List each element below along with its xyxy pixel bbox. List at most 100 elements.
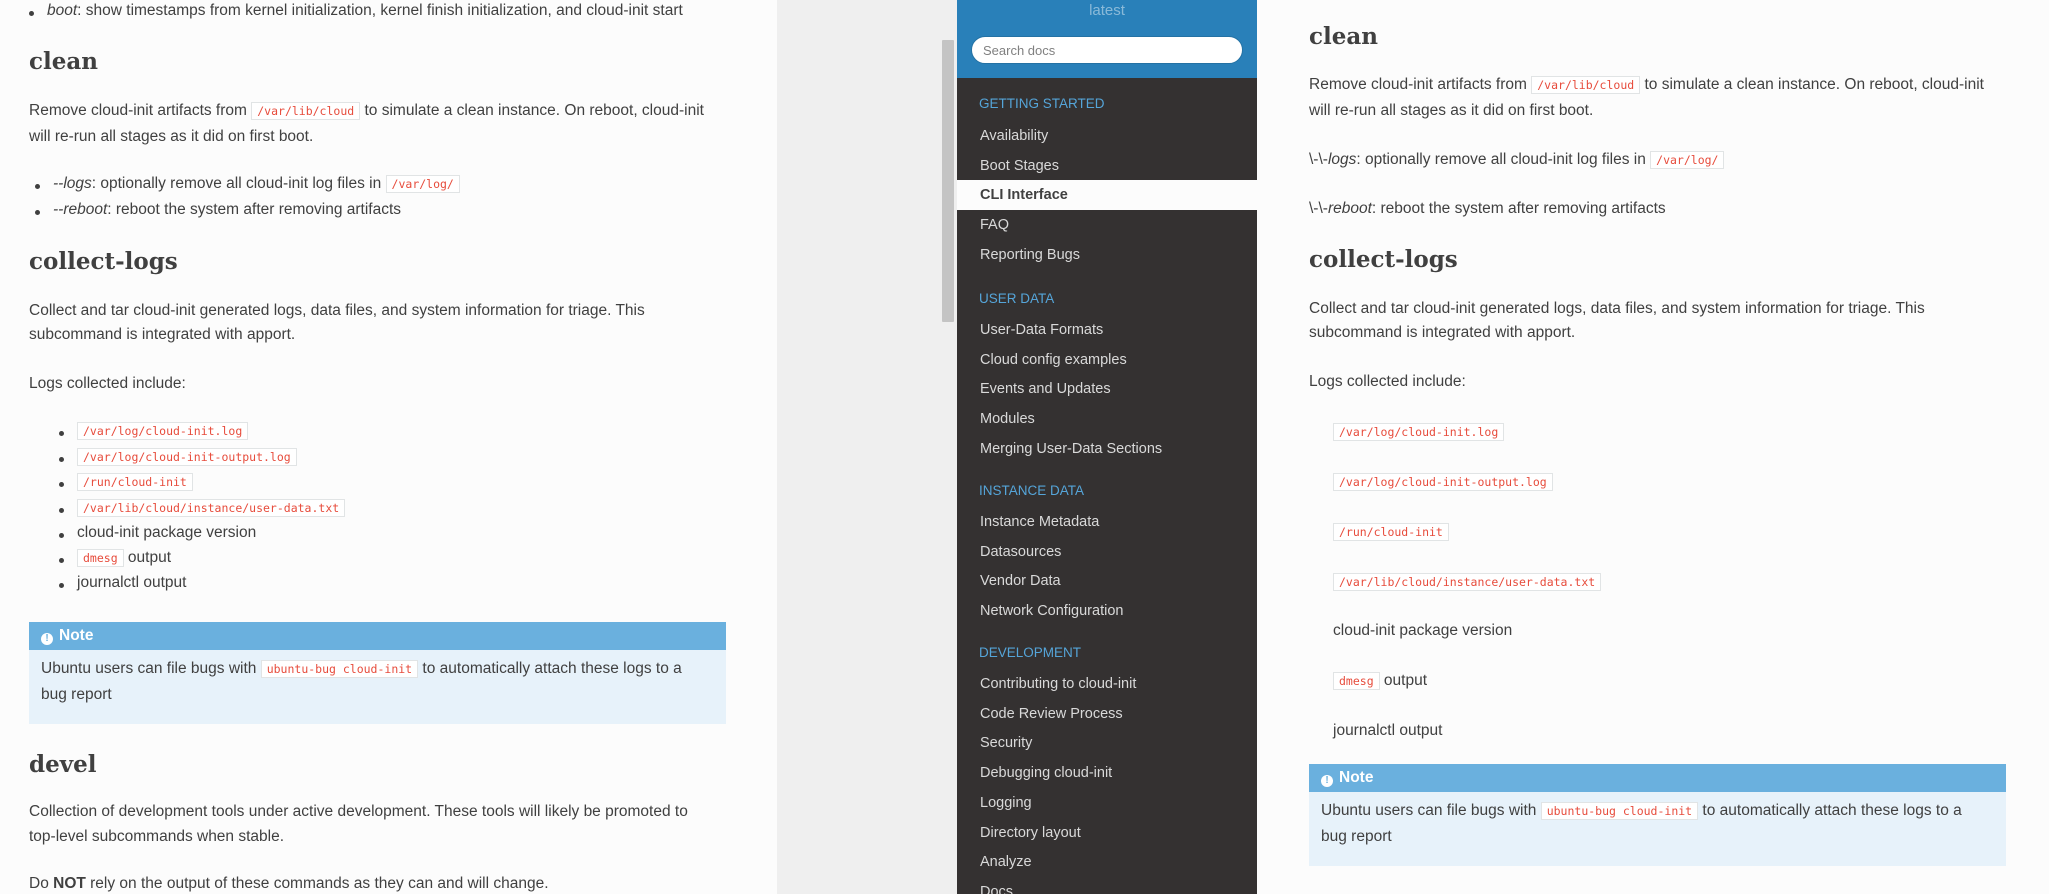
window-gap [777,0,957,894]
reboot-option-paragraph: \-\-reboot: reboot the system after remo… [1309,196,1666,222]
sidebar-item-faq[interactable]: FAQ [957,210,1257,240]
text: output [1379,672,1428,689]
sidebar-item-docs[interactable]: Docs [957,877,1257,894]
devel-paragraph-warning: Do NOT rely on the output of these comma… [29,871,549,894]
list-item: /var/lib/cloud/instance/user-data.txt [1333,569,1602,596]
sidebar-item-cloud-config-examples[interactable]: Cloud config examples [957,345,1257,375]
text: rely on the output of these commands as … [85,875,549,892]
sidebar-item-debugging-cloud-init[interactable]: Debugging cloud-init [957,758,1257,788]
sidebar-item-cli-interface[interactable]: CLI Interface [957,180,1257,210]
list-item: dmesg output [1333,668,1427,695]
inline-code: /var/lib/cloud/instance/user-data.txt [1333,573,1602,591]
inline-code: /var/log/cloud-init-output.log [1333,473,1553,491]
option-term: logs [1327,151,1357,168]
sidebar-item-availability[interactable]: Availability [957,121,1257,151]
logs-collected-label: Logs collected include: [1309,373,1466,390]
text: : optionally remove all cloud-init log f… [91,175,386,192]
note-admonition: ! Note Ubuntu users can file bugs with ub… [1309,764,2006,866]
option-term: reboot [1327,200,1372,217]
sidebar-item-modules[interactable]: Modules [957,404,1257,434]
bullet-term: boot [47,2,78,19]
list-item: journalctl output [1333,718,1442,744]
list-item: boot: show timestamps from kernel initia… [29,2,683,20]
text: Do [29,875,54,892]
info-circle-icon: ! [1321,775,1333,787]
left-content-pane: boot: show timestamps from kernel initia… [0,0,777,894]
sidebar-item-merging-user-data-sections[interactable]: Merging User-Data Sections [957,434,1257,464]
note-title: Note [1339,769,1374,786]
sidebar-item-instance-metadata[interactable]: Instance Metadata [957,507,1257,537]
text: \-\- [1309,200,1328,217]
inline-code: /var/lib/cloud [1531,76,1641,94]
info-circle-icon: ! [41,633,53,645]
collect-paragraph-line1: Collect and tar cloud-init generated log… [1309,300,1925,317]
list-item: /var/log/cloud-init.log [1333,419,1505,446]
inline-code: /var/lib/cloud [251,102,361,120]
text: to automatically attach these logs to a [1698,802,1962,819]
section-heading-clean: clean [29,48,98,75]
section-heading-collect-logs: collect-logs [29,248,178,275]
list-item: /var/log/cloud-init-output.log [1333,469,1553,496]
text: Ubuntu users can file bugs with [1321,802,1541,819]
text: Remove cloud-init artifacts from [29,102,252,119]
collect-paragraph-line2: subcommand is integrated with apport. [1309,324,1576,341]
inline-code: /var/log/ [385,175,460,193]
sidebar-item-analyze[interactable]: Analyze [957,847,1257,877]
scrollbar-thumb[interactable] [942,40,954,322]
list-item: /run/cloud-init [1333,519,1449,546]
right-content-pane: clean Remove cloud-init artifacts from /… [1257,0,2049,894]
note-title: Note [59,627,94,644]
sidebar-caption: GETTING STARTED [979,96,1105,111]
option-term: --logs [53,175,92,192]
text: \-\- [1309,151,1328,168]
list-item: --logs: optionally remove all cloud-init… [35,175,460,193]
list-item: journalctl output [58,574,187,592]
sidebar-caption: DEVELOPMENT [979,645,1082,660]
sidebar-item-contributing-to-cloud-init[interactable]: Contributing to cloud-init [957,669,1257,699]
text: cloud-init package version [77,524,257,541]
clean-paragraph-line1: Remove cloud-init artifacts from /var/li… [29,98,704,125]
text: bug report [41,686,112,703]
list-item: --reboot: reboot the system after removi… [34,201,401,219]
note-title-bar: ! Note [1309,764,2006,792]
list-item: cloud-init package version [58,524,257,542]
sidebar-item-events-and-updates[interactable]: Events and Updates [957,374,1257,404]
text: journalctl output [77,574,187,591]
sidebar-item-datasources[interactable]: Datasources [957,537,1257,567]
inline-code: dmesg [77,549,124,567]
sidebar-item-network-configuration[interactable]: Network Configuration [957,596,1257,626]
text: bug report [1321,828,1392,845]
list-item: /var/log/cloud-init.log [58,422,249,440]
version-label: latest [1089,2,1125,19]
list-item: cloud-init package version [1333,618,1512,644]
clean-paragraph-line2: will re-run all stages as it did on firs… [1309,102,1594,119]
search-docs-input[interactable] [971,36,1243,64]
sidebar-item-boot-stages[interactable]: Boot Stages [957,151,1257,181]
text: to simulate a clean instance. On reboot,… [1640,76,1984,93]
sidebar-item-code-review-process[interactable]: Code Review Process [957,699,1257,729]
note-body: Ubuntu users can file bugs with ubuntu-b… [1309,792,2006,860]
sidebar-item-reporting-bugs[interactable]: Reporting Bugs [957,240,1257,270]
devel-paragraph-line1: Collection of development tools under ac… [29,803,688,820]
sidebar-caption: INSTANCE DATA [979,483,1085,498]
inline-code: /var/lib/cloud/instance/user-data.txt [77,499,346,517]
sidebar-caption: USER DATA [979,291,1055,306]
list-item: /var/lib/cloud/instance/user-data.txt [58,499,346,517]
sidebar-item-directory-layout[interactable]: Directory layout [957,818,1257,848]
list-item: dmesg output [58,549,172,567]
sidebar-item-vendor-data[interactable]: Vendor Data [957,566,1257,596]
inline-code: dmesg [1333,672,1380,690]
inline-code: ubuntu-bug cloud-init [1540,802,1699,820]
text: : reboot the system after removing artif… [1371,200,1666,217]
sidebar-item-security[interactable]: Security [957,728,1257,758]
section-heading-devel: devel [29,751,97,778]
text: output [123,549,172,566]
note-admonition: ! Note Ubuntu users can file bugs with ub… [29,622,726,724]
inline-code: /run/cloud-init [77,473,193,491]
clean-paragraph-line1: Remove cloud-init artifacts from /var/li… [1309,72,1984,99]
sidebar-item-user-data-formats[interactable]: User-Data Formats [957,315,1257,345]
sidebar-item-logging[interactable]: Logging [957,788,1257,818]
bullet-text: : show timestamps from kernel initializa… [77,2,683,19]
docs-sidebar: latest GETTING STARTED AvailabilityBoot S… [957,0,1257,894]
collect-paragraph-line2: subcommand is integrated with apport. [29,326,296,343]
